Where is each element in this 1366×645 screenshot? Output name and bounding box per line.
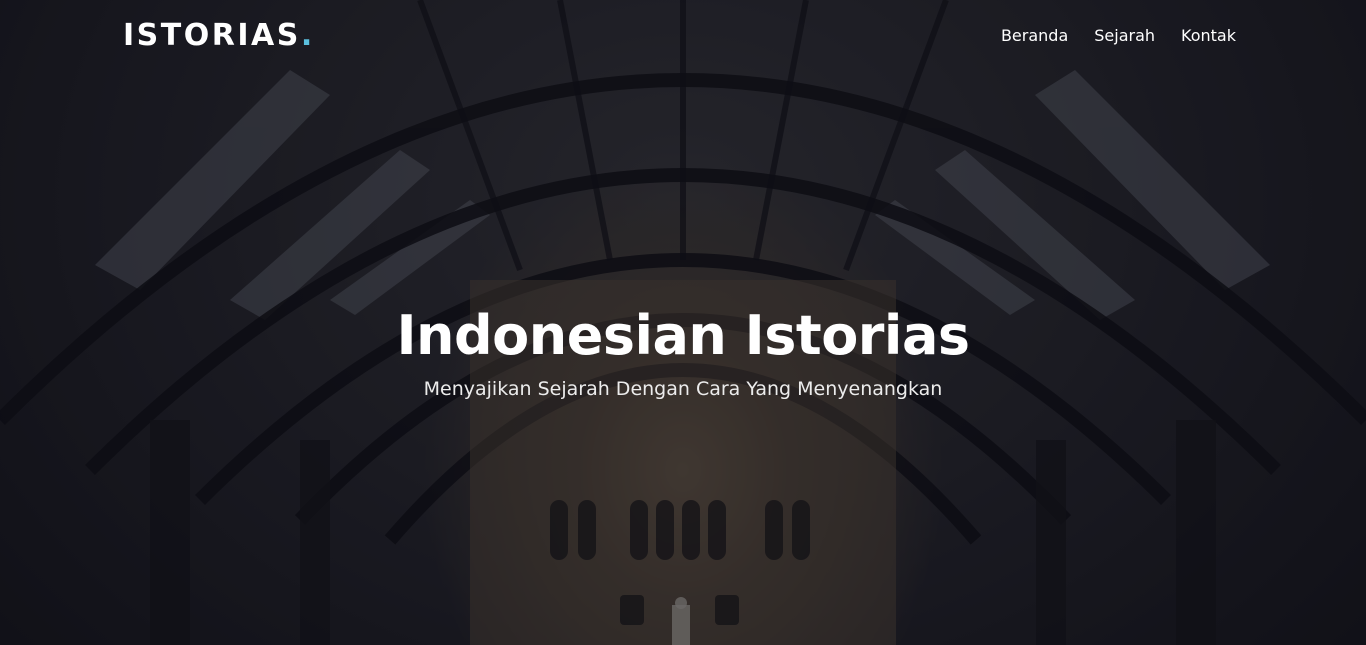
- hero-subtitle: Menyajikan Sejarah Dengan Cara Yang Meny…: [423, 378, 943, 400]
- brand-name: ISTORIAS: [123, 18, 301, 53]
- nav-link-sejarah[interactable]: Sejarah: [1094, 26, 1155, 45]
- nav-link-beranda[interactable]: Beranda: [1001, 26, 1068, 45]
- nav-link-kontak[interactable]: Kontak: [1181, 26, 1236, 45]
- hero-title: Indonesian Istorias: [396, 304, 970, 367]
- brand-dot: .: [300, 18, 315, 53]
- nav-links: Beranda Sejarah Kontak: [1001, 26, 1236, 45]
- brand-logo[interactable]: ISTORIAS.: [123, 18, 315, 53]
- navbar: ISTORIAS. Beranda Sejarah Kontak: [0, 0, 1366, 75]
